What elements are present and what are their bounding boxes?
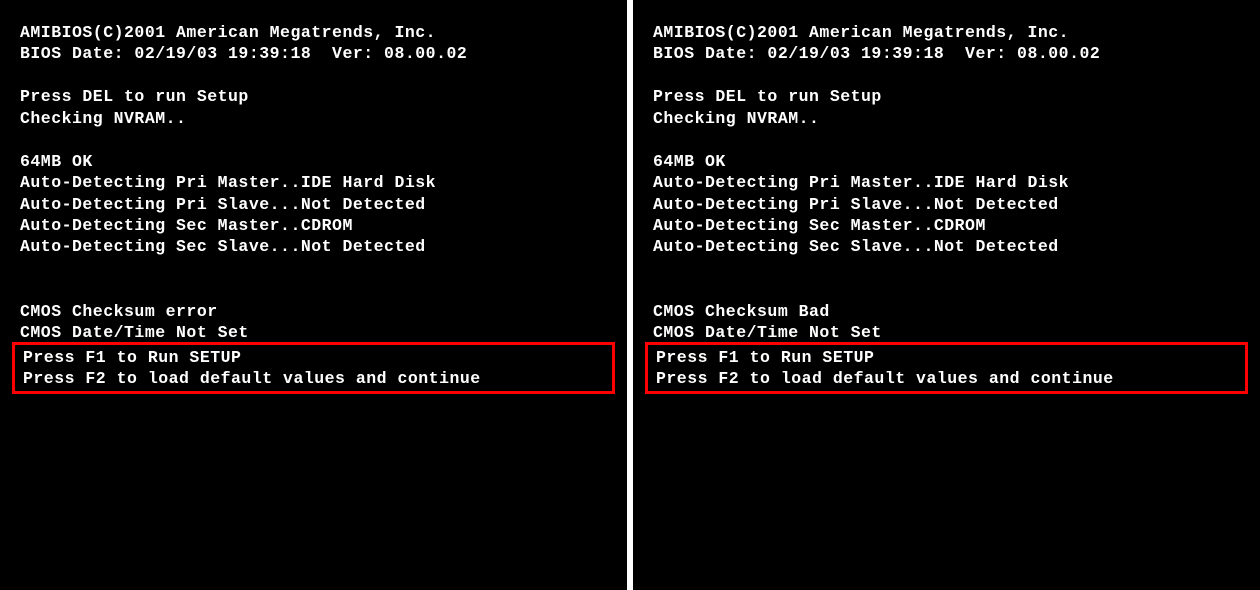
blank-line <box>20 258 607 279</box>
f1-prompt-line: Press F1 to Run SETUP <box>19 347 608 368</box>
detect-sec-master-line: Auto-Detecting Sec Master..CDROM <box>20 215 607 236</box>
bios-copyright-line: AMIBIOS(C)2001 American Megatrends, Inc. <box>20 22 607 43</box>
setup-prompt-line: Press DEL to run Setup <box>20 86 607 107</box>
memory-status-line: 64MB OK <box>653 151 1240 172</box>
detect-sec-master-line: Auto-Detecting Sec Master..CDROM <box>653 215 1240 236</box>
cmos-datetime-error-line: CMOS Date/Time Not Set <box>653 322 1240 343</box>
f2-prompt-line: Press F2 to load default values and cont… <box>19 368 608 389</box>
blank-line <box>653 65 1240 86</box>
cmos-checksum-error-line: CMOS Checksum error <box>20 301 607 322</box>
detect-pri-master-line: Auto-Detecting Pri Master..IDE Hard Disk <box>653 172 1240 193</box>
blank-line <box>20 279 607 300</box>
bios-date-version-line: BIOS Date: 02/19/03 19:39:18 Ver: 08.00.… <box>653 43 1240 64</box>
detect-sec-slave-line: Auto-Detecting Sec Slave...Not Detected <box>653 236 1240 257</box>
bios-date-version-line: BIOS Date: 02/19/03 19:39:18 Ver: 08.00.… <box>20 43 607 64</box>
cmos-checksum-error-line: CMOS Checksum Bad <box>653 301 1240 322</box>
blank-line <box>20 129 607 150</box>
blank-line <box>653 258 1240 279</box>
blank-line <box>20 65 607 86</box>
blank-line <box>653 279 1240 300</box>
cmos-datetime-error-line: CMOS Date/Time Not Set <box>20 322 607 343</box>
nvram-check-line: Checking NVRAM.. <box>653 108 1240 129</box>
f1-prompt-line: Press F1 to Run SETUP <box>652 347 1241 368</box>
nvram-check-line: Checking NVRAM.. <box>20 108 607 129</box>
bios-copyright-line: AMIBIOS(C)2001 American Megatrends, Inc. <box>653 22 1240 43</box>
detect-pri-slave-line: Auto-Detecting Pri Slave...Not Detected <box>653 194 1240 215</box>
memory-status-line: 64MB OK <box>20 151 607 172</box>
highlighted-prompt-box: Press F1 to Run SETUP Press F2 to load d… <box>12 342 615 395</box>
blank-line <box>653 129 1240 150</box>
bios-screen-right: AMIBIOS(C)2001 American Megatrends, Inc.… <box>633 0 1260 590</box>
detect-sec-slave-line: Auto-Detecting Sec Slave...Not Detected <box>20 236 607 257</box>
detect-pri-master-line: Auto-Detecting Pri Master..IDE Hard Disk <box>20 172 607 193</box>
highlighted-prompt-box: Press F1 to Run SETUP Press F2 to load d… <box>645 342 1248 395</box>
f2-prompt-line: Press F2 to load default values and cont… <box>652 368 1241 389</box>
setup-prompt-line: Press DEL to run Setup <box>653 86 1240 107</box>
detect-pri-slave-line: Auto-Detecting Pri Slave...Not Detected <box>20 194 607 215</box>
bios-screen-left: AMIBIOS(C)2001 American Megatrends, Inc.… <box>0 0 627 590</box>
